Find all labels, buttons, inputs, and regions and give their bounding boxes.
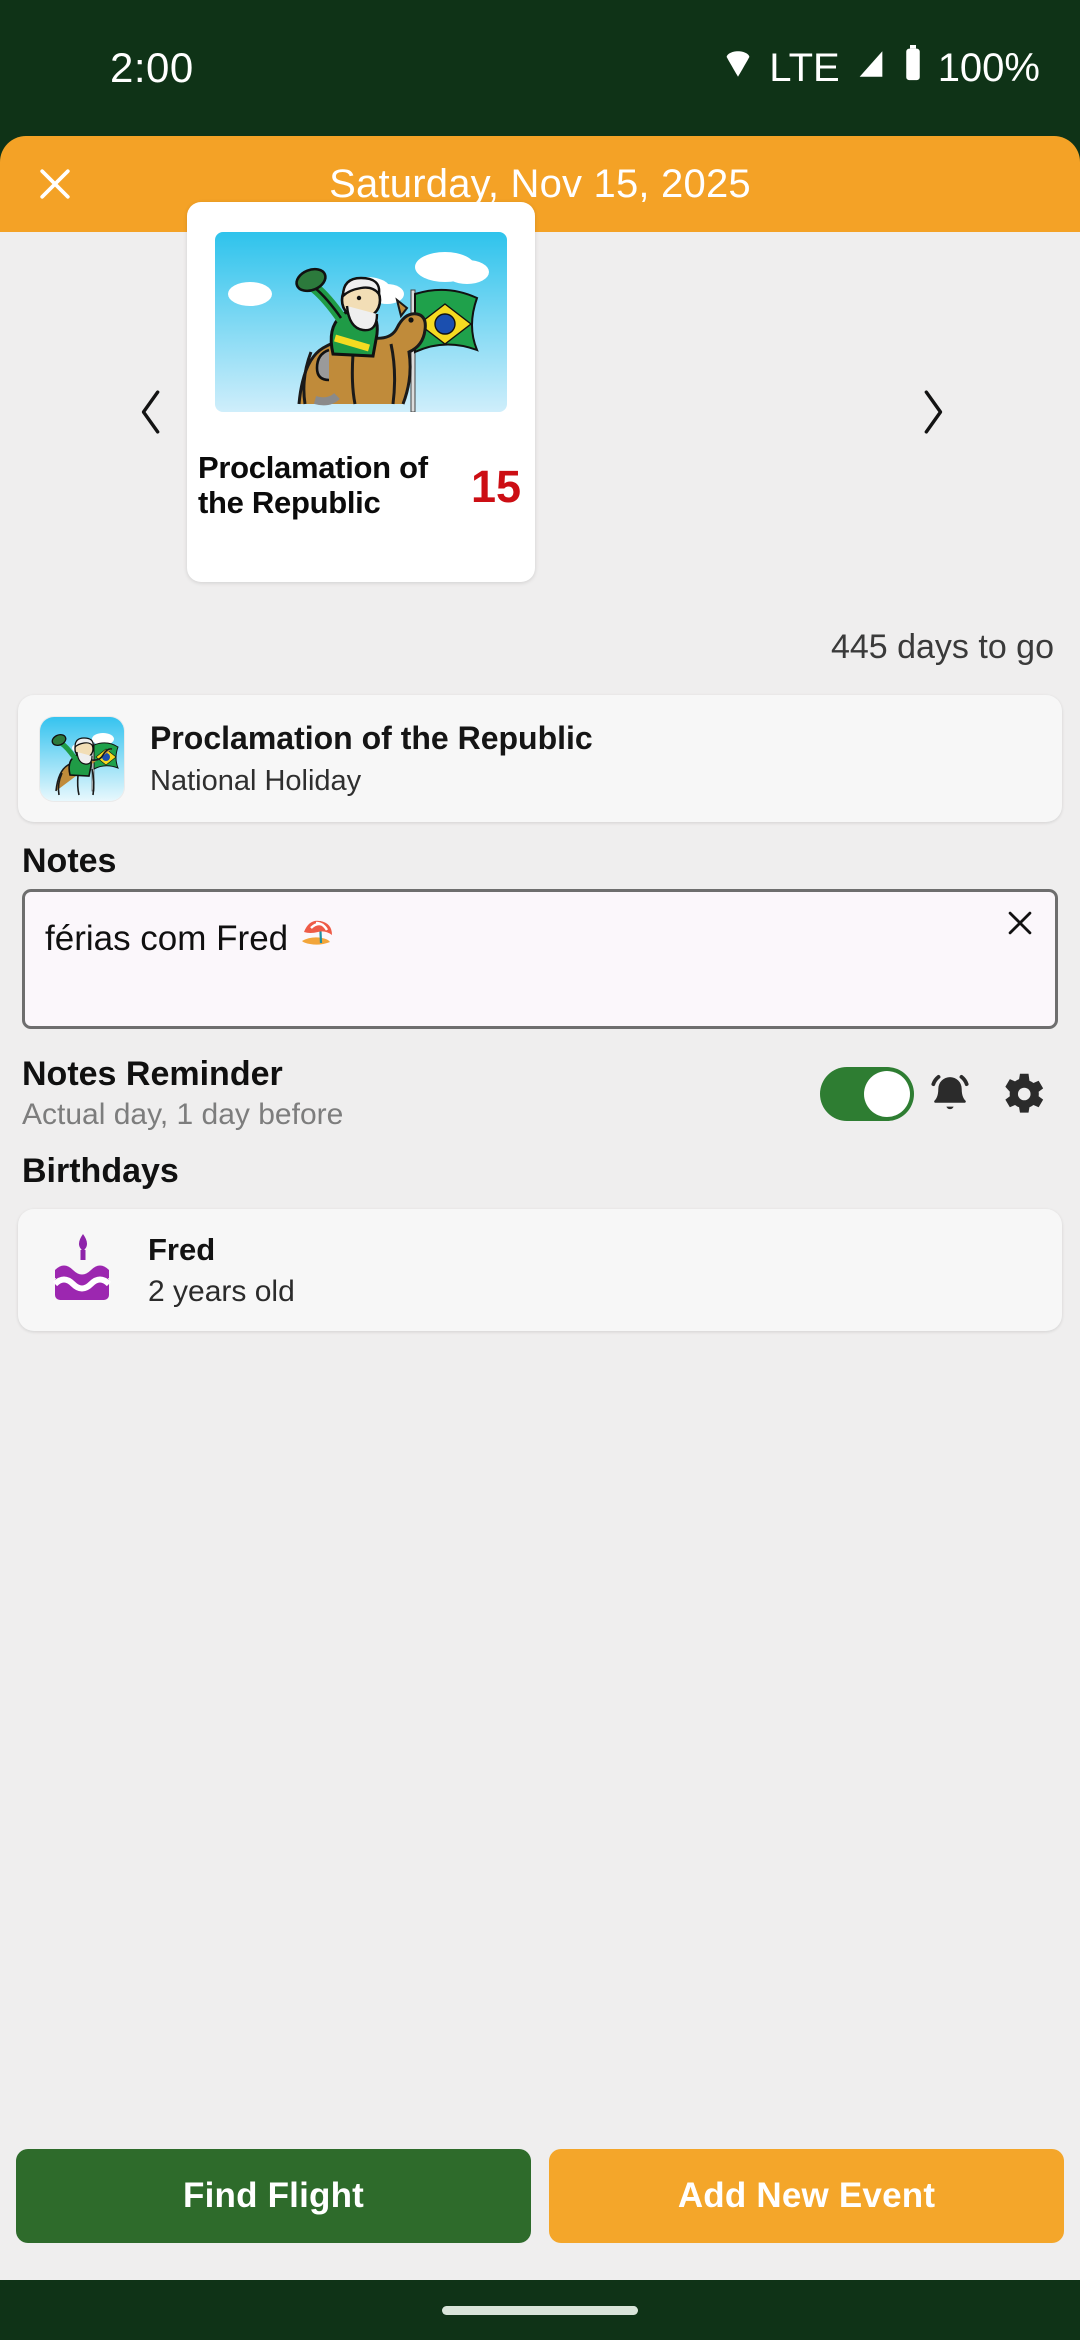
toggle-knob [864,1070,910,1117]
notes-reminder-subtitle: Actual day, 1 day before [22,1098,344,1131]
bottom-action-bar: Find Flight Add New Event [0,2112,1080,2280]
birthday-cake-icon-wrap [40,1230,126,1310]
page-title: Saturday, Nov 15, 2025 [329,161,751,206]
chevron-right-icon [924,390,943,434]
app-screen: 2:00 LTE 100% Saturday, Nov 15, 2025 Pro… [0,0,1080,2340]
battery-icon [902,45,924,91]
birthday-cake-icon [52,1234,112,1300]
reminder-settings-button[interactable] [986,1067,1058,1121]
notes-reminder-row: Notes Reminder Actual day, 1 day before [22,1055,1058,1132]
system-navigation-bar [0,2280,1080,2340]
hero-day-number: 15 [470,461,521,512]
reminder-bell-button[interactable] [914,1067,986,1121]
birthday-list-item[interactable]: Fred 2 years old [18,1209,1062,1331]
status-bar: 2:00 LTE 100% [0,0,1080,136]
home-indicator[interactable] [442,2305,638,2315]
main-content: Proclamation of the Republic 15 445 days… [0,202,1080,2112]
holiday-thumbnail-icon [40,716,124,801]
notes-reminder-toggle[interactable] [820,1066,914,1121]
birthday-person-age: 2 years old [148,1274,295,1308]
birthdays-section-label: Birthdays [22,1152,179,1190]
holiday-hero-card[interactable]: Proclamation of the Republic 15 [187,202,535,582]
close-icon [1008,911,1032,935]
notes-value-row: férias com Fred [45,914,985,963]
status-indicators: LTE 100% [721,45,1040,91]
clear-notes-button[interactable] [1003,906,1037,946]
holiday-carousel: Proclamation of the Republic 15 [0,202,1080,622]
notes-reminder-title: Notes Reminder [22,1055,283,1093]
notes-value: férias com Fred [45,918,289,958]
network-type-label: LTE [769,45,840,90]
add-new-event-button[interactable]: Add New Event [549,2149,1064,2243]
notes-section-label: Notes [22,842,117,880]
notes-reminder-text-block: Notes Reminder Actual day, 1 day before [22,1055,820,1132]
gear-icon [1005,1073,1044,1113]
bell-ring-icon [931,1074,969,1109]
birthday-text-block: Fred 2 years old [148,1232,295,1309]
find-flight-button[interactable]: Find Flight [16,2149,531,2243]
carousel-next-button[interactable] [900,380,964,444]
notes-input[interactable]: férias com Fred [22,889,1058,1029]
days-to-go-label: 445 days to go [830,628,1054,666]
holiday-name-label: Proclamation of the Republic [150,720,593,757]
beach-umbrella-icon [296,914,336,963]
chevron-left-icon [141,390,160,434]
holiday-type-label: National Holiday [150,764,362,797]
battery-percent-label: 100% [937,45,1040,90]
carousel-prev-button[interactable] [120,380,184,444]
status-time: 2:00 [110,44,194,91]
hero-holiday-title: Proclamation of the Republic [198,450,428,521]
hero-title-row: Proclamation of the Republic 15 [187,450,535,520]
holiday-text-block: Proclamation of the Republic National Ho… [150,719,593,797]
birthday-person-name: Fred [148,1231,216,1267]
holiday-list-item[interactable]: Proclamation of the Republic National Ho… [18,695,1062,822]
holiday-illustration [215,232,507,412]
wifi-icon [721,46,755,91]
signal-icon [854,46,888,91]
dialog-header: Saturday, Nov 15, 2025 [0,136,1080,232]
